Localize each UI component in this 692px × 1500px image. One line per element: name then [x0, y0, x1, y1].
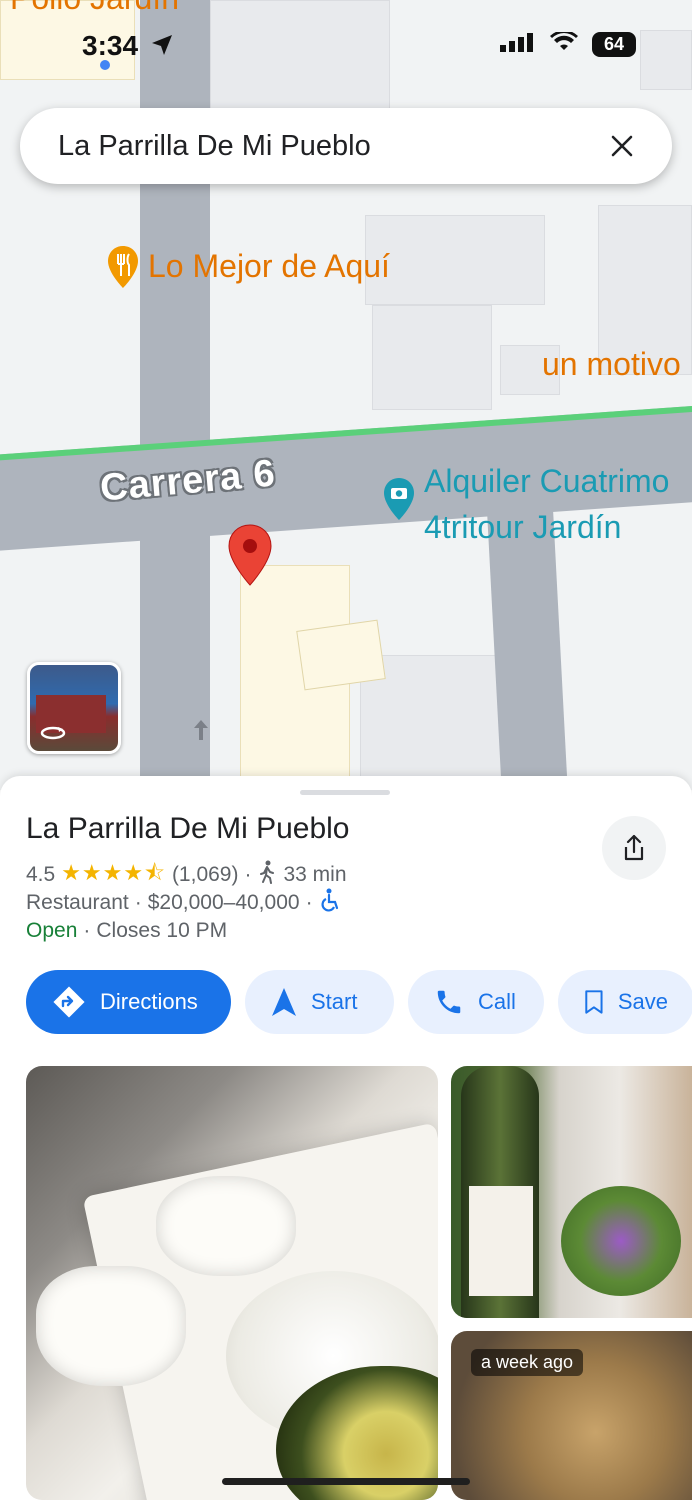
closing-time: Closes 10 PM	[96, 919, 228, 942]
search-query[interactable]: La Parrilla De Mi Pueblo	[58, 130, 371, 163]
location-pin-icon[interactable]	[228, 524, 272, 591]
separator: ·	[83, 919, 91, 942]
status-bar: 3:34 64	[0, 0, 692, 90]
save-button[interactable]: Save	[558, 970, 692, 1034]
photo-flowers	[561, 1186, 681, 1296]
poi-label-line1: Alquiler Cuatrimo	[424, 463, 670, 499]
poi-label-lo-mejor[interactable]: Lo Mejor de Aquí	[148, 248, 390, 285]
home-indicator[interactable]	[222, 1478, 470, 1485]
street-view-360-icon	[40, 725, 66, 746]
action-buttons: Directions Start Call Save	[26, 970, 692, 1034]
walking-icon	[257, 860, 277, 890]
place-details-sheet[interactable]: La Parrilla De Mi Pueblo 4.5 ★★★★⯪ (1,06…	[0, 776, 692, 1500]
direction-arrow-icon	[194, 720, 208, 745]
separator: ·	[244, 863, 252, 886]
location-dot-icon	[100, 60, 110, 70]
photo-cup	[36, 1266, 186, 1386]
review-count[interactable]: (1,069)	[172, 863, 239, 887]
cellular-signal-icon	[500, 32, 536, 57]
wifi-icon	[550, 30, 578, 57]
bookmark-icon	[585, 990, 603, 1014]
poi-label-line2: 4tritour Jardín	[424, 509, 622, 545]
close-search-button[interactable]	[602, 126, 642, 166]
separator: ·	[305, 891, 313, 914]
close-icon	[611, 135, 633, 157]
share-icon	[624, 834, 644, 861]
photo-age-badge: a week ago	[471, 1349, 584, 1376]
status-time: 3:34	[82, 30, 139, 61]
map-building	[296, 619, 386, 691]
phone-icon	[437, 990, 461, 1014]
directions-button[interactable]: Directions	[26, 970, 231, 1034]
photo-poi-icon[interactable]	[382, 476, 416, 527]
start-button[interactable]: Start	[245, 970, 394, 1034]
map-building	[365, 215, 545, 305]
hours-row[interactable]: Open · Closes 10 PM	[26, 919, 227, 943]
photo-wine-decor[interactable]	[451, 1066, 692, 1318]
photo-food-main[interactable]	[26, 1066, 438, 1500]
search-bar[interactable]: La Parrilla De Mi Pueblo	[20, 108, 672, 184]
poi-label-alquiler[interactable]: Alquiler Cuatrimo 4tritour Jardín	[424, 458, 669, 550]
place-category: Restaurant	[26, 891, 129, 914]
open-status: Open	[26, 919, 78, 942]
navigation-arrow-icon	[272, 988, 296, 1016]
share-button[interactable]	[602, 816, 666, 880]
photo-grill-plate[interactable]: a week ago	[451, 1331, 692, 1500]
directions-label: Directions	[100, 989, 198, 1014]
price-range: $20,000–40,000	[147, 891, 300, 914]
street-view-thumbnail[interactable]	[27, 662, 121, 754]
place-title: La Parrilla De Mi Pueblo	[26, 812, 350, 845]
start-label: Start	[311, 989, 358, 1014]
category-row: Restaurant · $20,000–40,000 ·	[26, 888, 341, 918]
wheelchair-accessible-icon	[319, 888, 341, 918]
rating-value: 4.5	[26, 863, 56, 886]
save-label: Save	[617, 989, 668, 1014]
separator: ·	[134, 891, 142, 914]
directions-icon	[53, 986, 85, 1018]
status-right-group: 64	[500, 30, 636, 57]
photo-cup	[156, 1176, 296, 1276]
poi-label-motivo[interactable]: un motivo	[542, 346, 681, 383]
walk-time: 33 min	[283, 863, 347, 886]
battery-indicator: 64	[592, 32, 636, 57]
food-poi-icon[interactable]	[106, 244, 140, 295]
map-building	[372, 305, 492, 410]
photo-bottle-label	[469, 1186, 533, 1296]
sheet-drag-handle[interactable]	[300, 790, 390, 795]
call-label: Call	[478, 989, 516, 1014]
location-services-icon	[150, 33, 174, 62]
call-button[interactable]: Call	[408, 970, 544, 1034]
